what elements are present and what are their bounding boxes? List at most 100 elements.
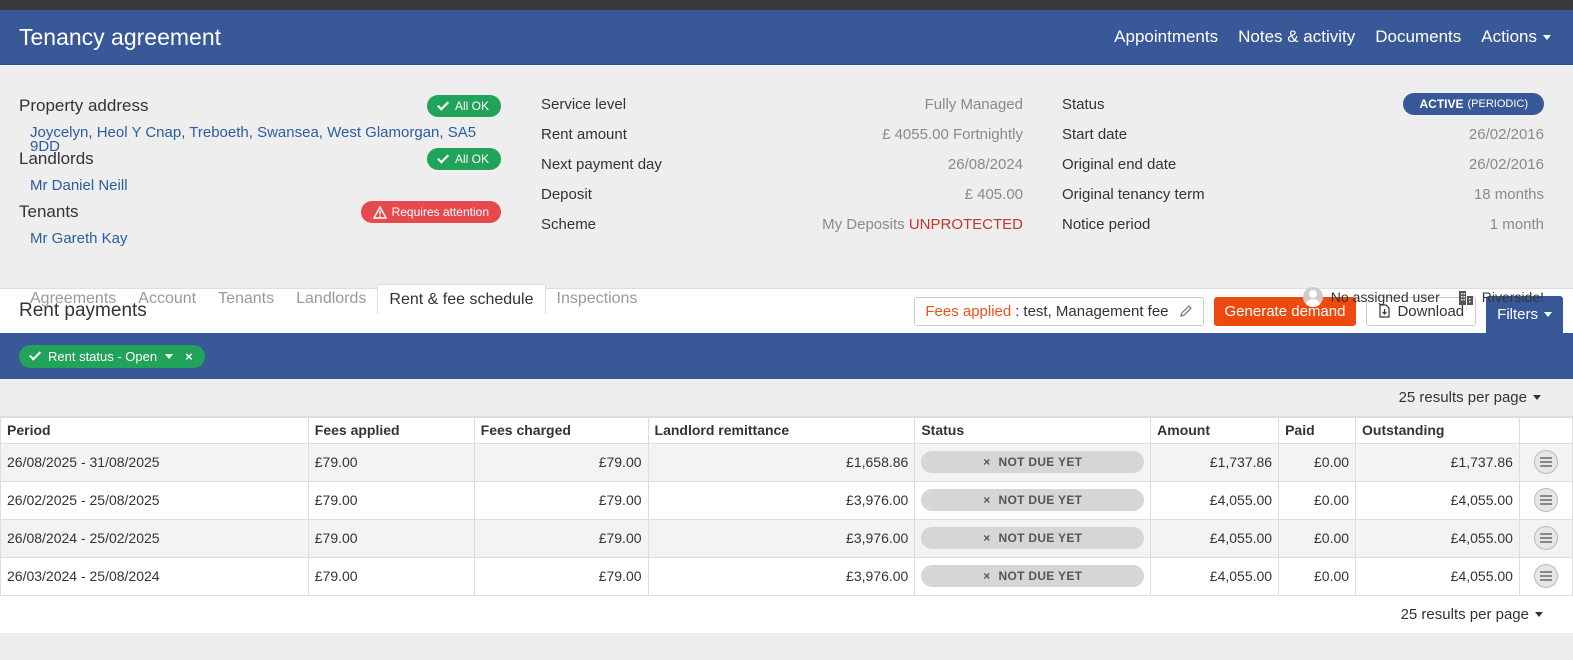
term-value: 18 months [1473, 185, 1544, 203]
status-text: NOT DUE YET [998, 455, 1083, 469]
cell-paid: £0.00 [1278, 480, 1357, 520]
next-payment-label: Next payment day [541, 155, 662, 173]
cell-remittance: £3,976.00 [647, 556, 916, 596]
column-header-amount[interactable]: Amount [1150, 416, 1280, 444]
cell-status: × NOT DUE YET [914, 556, 1152, 596]
tab-landlords[interactable]: Landlords [285, 284, 377, 314]
row-menu-icon[interactable] [1533, 564, 1558, 588]
pencil-icon[interactable] [1179, 304, 1193, 318]
cell-status: × NOT DUE YET [914, 442, 1152, 482]
column-header-fees-applied[interactable]: Fees applied [307, 416, 475, 444]
cell-outstanding: £1,737.86 [1355, 442, 1520, 482]
filter-chip-label: Rent status - Open [48, 348, 158, 364]
per-page-selector-top[interactable]: 25 results per page [0, 379, 1573, 416]
check-icon [437, 98, 450, 111]
property-address-row: Property address All OK [19, 95, 501, 117]
column-header-status[interactable]: Status [914, 416, 1152, 444]
close-icon: × [983, 531, 991, 545]
table-row[interactable]: 26/08/2025 - 31/08/2025 £79.00 £79.00 £1… [0, 442, 1573, 482]
landlord-name-link[interactable]: Mr Daniel Neill [30, 178, 501, 193]
cell-fees-applied: £79.00 [307, 556, 475, 596]
per-page-selector-bottom[interactable]: 25 results per page [0, 595, 1573, 633]
column-header-period[interactable]: Period [0, 416, 309, 444]
caret-down-icon [1533, 395, 1541, 400]
assigned-user[interactable]: No assigned user [1302, 287, 1440, 307]
cell-actions [1518, 556, 1573, 596]
cell-actions [1518, 442, 1573, 482]
end-date-value: 26/02/2016 [1468, 155, 1544, 173]
fees-applied-box[interactable]: Fees applied: test, Management fee [914, 296, 1204, 326]
remove-filter-icon[interactable]: × [185, 349, 193, 364]
cell-amount: £1,737.86 [1150, 442, 1280, 482]
next-payment-row: Next payment day 26/08/2024 [541, 149, 1023, 179]
tenant-name-link[interactable]: Mr Gareth Kay [30, 231, 501, 246]
column-header-landlord-remittance[interactable]: Landlord remittance [647, 416, 916, 444]
cell-paid: £0.00 [1278, 518, 1357, 558]
tab-inspections[interactable]: Inspections [546, 284, 649, 314]
agreement-tabs: Agreements Account Tenants Landlords Ren… [19, 284, 648, 314]
cell-status: × NOT DUE YET [914, 480, 1152, 520]
branch[interactable]: Riverside! [1458, 289, 1544, 305]
header-nav: Appointments Notes & activity Documents … [1114, 27, 1551, 47]
tab-rent-fee-schedule[interactable]: Rent & fee schedule [377, 284, 546, 314]
column-header-paid[interactable]: Paid [1278, 416, 1357, 444]
scheme-protection-status: UNPROTECTED [908, 215, 1023, 233]
nav-documents[interactable]: Documents [1375, 27, 1461, 47]
property-address-link[interactable]: Joycelyn, Heol Y Cnap, Treboeth, Swansea… [30, 125, 501, 154]
table-row[interactable]: 26/03/2024 - 25/08/2024 £79.00 £79.00 £3… [0, 556, 1573, 596]
close-icon: × [983, 493, 991, 507]
cell-paid: £0.00 [1278, 442, 1357, 482]
fees-applied-label: Fees applied [925, 302, 1012, 320]
status-text: NOT DUE YET [998, 493, 1083, 507]
row-menu-icon[interactable] [1533, 488, 1558, 512]
property-status-badge[interactable]: All OK [426, 95, 501, 117]
tab-account[interactable]: Account [127, 284, 207, 314]
status-text: NOT DUE YET [998, 531, 1083, 545]
cell-outstanding: £4,055.00 [1355, 518, 1520, 558]
row-menu-icon[interactable] [1533, 450, 1558, 474]
tab-tenants[interactable]: Tenants [207, 284, 285, 314]
rent-payments-table: Period Fees applied Fees charged Landlor… [0, 416, 1573, 596]
nav-appointments[interactable]: Appointments [1114, 27, 1218, 47]
close-icon: × [983, 455, 991, 469]
per-page-label-bottom: 25 results per page [1400, 605, 1529, 623]
cell-amount: £4,055.00 [1150, 480, 1280, 520]
cell-actions [1518, 480, 1573, 520]
cell-remittance: £1,658.86 [647, 442, 916, 482]
column-header-outstanding[interactable]: Outstanding [1355, 416, 1520, 444]
window-top-strip [0, 0, 1573, 10]
tenants-label: Tenants [19, 202, 79, 221]
status-badge: × NOT DUE YET [921, 451, 1145, 473]
column-header-fees-charged[interactable]: Fees charged [473, 416, 649, 444]
caret-down-icon [1535, 611, 1543, 617]
page-header: Tenancy agreement Appointments Notes & a… [0, 10, 1573, 65]
column-header-actions [1518, 416, 1573, 444]
cell-fees-charged: £79.00 [473, 442, 649, 482]
cell-amount: £4,055.00 [1150, 556, 1280, 596]
caret-down-icon [1543, 35, 1551, 41]
fees-applied-value: test, Management fee [1023, 302, 1169, 320]
cell-period: 26/08/2025 - 31/08/2025 [0, 442, 309, 482]
row-menu-icon[interactable] [1533, 526, 1558, 550]
service-level-row: Service level Fully Managed [541, 89, 1023, 119]
scheme-row: Scheme My Deposits UNPROTECTED [541, 209, 1023, 239]
table-row[interactable]: 26/08/2024 - 25/02/2025 £79.00 £79.00 £3… [0, 518, 1573, 558]
warning-icon [372, 205, 387, 219]
caret-down-icon[interactable] [165, 353, 174, 359]
cell-fees-applied: £79.00 [307, 518, 475, 558]
landlords-status-badge[interactable]: All OK [426, 148, 501, 170]
nav-actions-dropdown[interactable]: Actions [1481, 27, 1551, 47]
financial-column: Service level Fully Managed Rent amount £ … [541, 89, 1023, 239]
table-row[interactable]: 26/02/2025 - 25/08/2025 £79.00 £79.00 £3… [0, 480, 1573, 520]
end-date-row: Original end date 26/02/2016 [1062, 149, 1544, 179]
building-icon [1458, 291, 1473, 305]
term-row: Original tenancy term 18 months [1062, 179, 1544, 209]
deposit-row: Deposit £ 405.00 [541, 179, 1023, 209]
nav-notes-activity[interactable]: Notes & activity [1238, 27, 1355, 47]
tenants-status-badge[interactable]: Requires attention [360, 201, 501, 223]
avatar-icon [1302, 287, 1323, 307]
scheme-label: Scheme [541, 215, 597, 233]
check-icon [29, 348, 42, 361]
tab-agreements[interactable]: Agreements [19, 284, 127, 314]
rent-status-filter-chip[interactable]: Rent status - Open × [19, 344, 205, 368]
